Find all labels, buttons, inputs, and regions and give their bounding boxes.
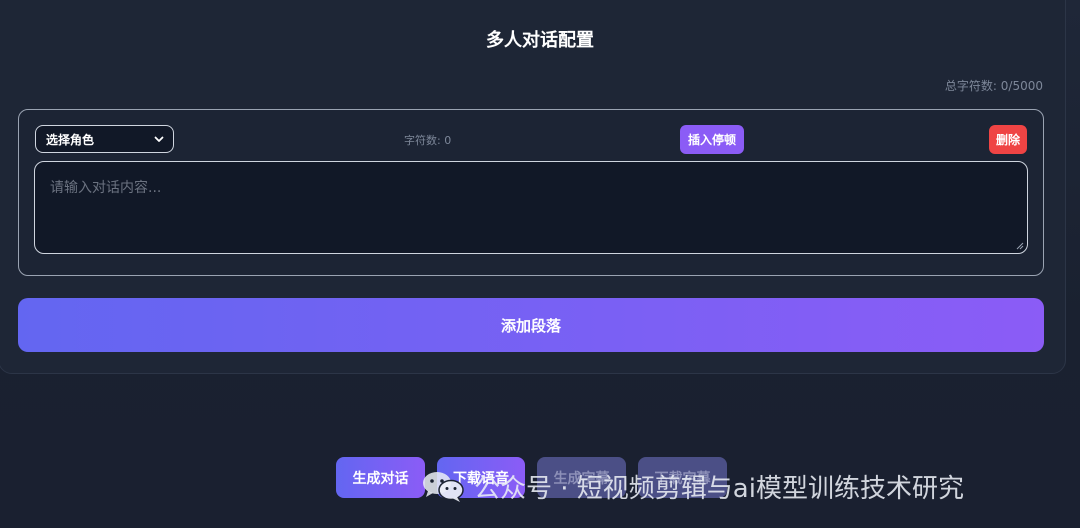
dialogue-segment: 选择角色 字符数: 0 插入停顿 删除 请输入对话内容... [18, 109, 1044, 276]
page: 多人对话配置 总字符数: 0/5000 选择角色 字符数: 0 插入停顿 删除 … [0, 0, 1080, 528]
content-placeholder: 请输入对话内容... [50, 180, 162, 196]
watermark-text: 公众号 · 短视频剪辑与ai模型训练技术研究 [474, 473, 964, 504]
insert-pause-button[interactable]: 插入停顿 [680, 125, 745, 154]
add-segment-button[interactable]: 添加段落 [18, 298, 1044, 352]
total-char-count: 总字符数: 0/5000 [944, 79, 1043, 93]
generate-dialogue-button[interactable]: 生成对话 [336, 457, 425, 498]
role-select[interactable]: 选择角色 [35, 125, 174, 153]
role-select-value: 选择角色 [46, 132, 95, 147]
segment-char-count: 字符数: 0 [404, 134, 452, 147]
page-title: 多人对话配置 [486, 30, 594, 51]
dialogue-content-input[interactable]: 请输入对话内容... [34, 161, 1028, 254]
chevron-down-icon [154, 136, 164, 142]
delete-segment-button[interactable]: 删除 [988, 125, 1027, 154]
resize-handle-icon[interactable] [1016, 242, 1024, 250]
wechat-icon [423, 472, 464, 502]
watermark: 公众号 · 短视频剪辑与ai模型训练技术研究 [420, 466, 964, 506]
